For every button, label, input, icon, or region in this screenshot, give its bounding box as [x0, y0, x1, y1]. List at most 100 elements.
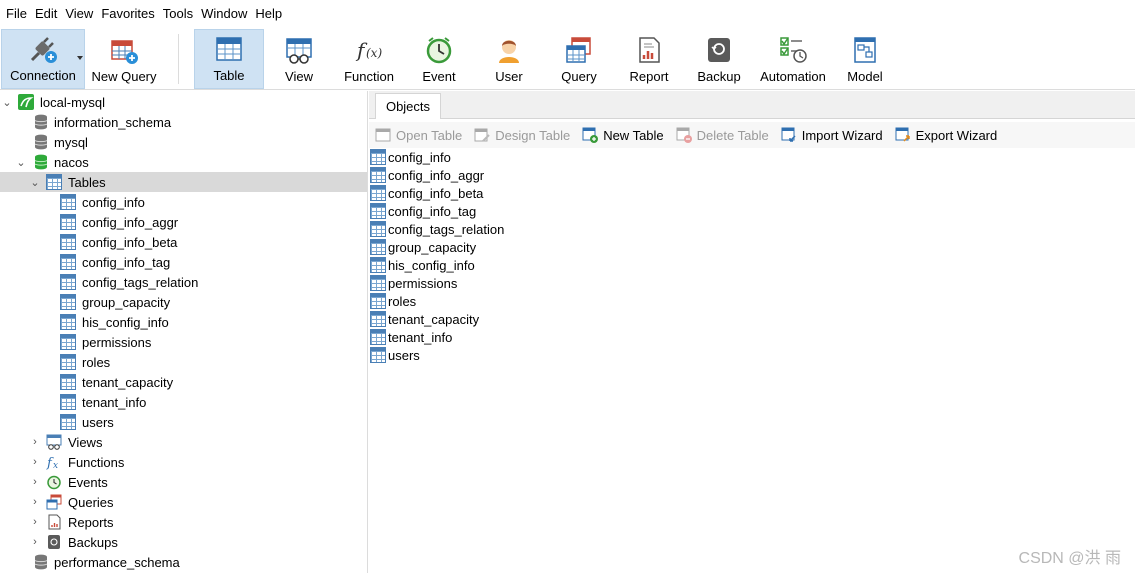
object-list-item[interactable]: config_info: [369, 148, 451, 166]
tree-table-item[interactable]: config_info_aggr: [0, 212, 367, 232]
chevron-right-icon[interactable]: ›: [30, 476, 40, 488]
object-list-label: his_config_info: [388, 257, 475, 273]
table-icon: [370, 275, 386, 291]
chevron-down-icon[interactable]: ⌄: [16, 157, 26, 169]
menu-edit[interactable]: Edit: [31, 0, 61, 28]
object-list-item[interactable]: config_info_beta: [369, 184, 483, 202]
user-button[interactable]: User: [476, 29, 542, 89]
tree-table-item[interactable]: config_info_beta: [0, 232, 367, 252]
tree-group-reports[interactable]: › Reports: [0, 512, 367, 532]
model-icon: [850, 35, 880, 65]
delete-table-button[interactable]: Delete Table: [670, 122, 775, 148]
tree-table-item[interactable]: roles: [0, 352, 367, 372]
tree-group-events[interactable]: › Events: [0, 472, 367, 492]
chevron-right-icon[interactable]: ›: [30, 496, 40, 508]
object-list-item[interactable]: tenant_info: [369, 328, 452, 346]
delete-table-icon: [676, 127, 692, 143]
object-list-item[interactable]: permissions: [369, 274, 457, 292]
table-icon: [214, 34, 244, 64]
tree-table-item[interactable]: tenant_capacity: [0, 372, 367, 392]
table-icon: [370, 149, 386, 165]
tree-db-nacos[interactable]: ⌄ nacos: [0, 152, 367, 172]
connection-button[interactable]: Connection: [1, 29, 85, 89]
event-button[interactable]: Event: [406, 29, 472, 89]
plug-icon: [28, 34, 58, 64]
new-table-button[interactable]: New Table: [576, 122, 669, 148]
menu-help[interactable]: Help: [251, 0, 286, 28]
tree-table-label: config_info_tag: [82, 254, 171, 270]
query-button[interactable]: Query: [546, 29, 612, 89]
tree-db-mysql[interactable]: mysql: [0, 132, 367, 152]
view-icon: [284, 35, 314, 65]
object-list-item[interactable]: group_capacity: [369, 238, 476, 256]
tree-group-tables[interactable]: ⌄ Tables: [0, 172, 367, 192]
tree-table-label: config_info_beta: [82, 234, 178, 250]
table-button[interactable]: Table: [194, 29, 264, 89]
design-table-button[interactable]: Design Table: [468, 122, 576, 148]
table-icon: [370, 257, 386, 273]
automation-button[interactable]: Automation: [756, 29, 830, 89]
automation-label: Automation: [760, 69, 826, 84]
chevron-right-icon[interactable]: ›: [30, 456, 40, 468]
user-label: User: [495, 69, 523, 84]
menu-window[interactable]: Window: [197, 0, 251, 28]
tree-label: local-mysql: [40, 94, 106, 110]
tree-db-information-schema[interactable]: information_schema: [0, 112, 367, 132]
new-query-button[interactable]: New Query: [87, 29, 161, 89]
object-list-item[interactable]: roles: [369, 292, 416, 310]
object-list-item[interactable]: tenant_capacity: [369, 310, 479, 328]
chevron-right-icon[interactable]: ›: [30, 436, 40, 448]
tree-group-backups[interactable]: › Backups: [0, 532, 367, 552]
import-wizard-button[interactable]: Import Wizard: [775, 122, 889, 148]
object-list-item[interactable]: config_info_aggr: [369, 166, 484, 184]
table-icon: [60, 254, 76, 270]
backup-button[interactable]: Backup: [686, 29, 752, 89]
tree-table-item[interactable]: config_info: [0, 192, 367, 212]
chevron-right-icon[interactable]: ›: [30, 516, 40, 528]
menu-view[interactable]: View: [61, 0, 97, 28]
model-label: Model: [847, 69, 883, 84]
model-button[interactable]: Model: [832, 29, 898, 89]
tab-objects[interactable]: Objects: [375, 93, 441, 119]
object-list-item[interactable]: config_tags_relation: [369, 220, 504, 238]
tree-connection-local-mysql[interactable]: ⌄ local-mysql: [0, 92, 367, 112]
function-button[interactable]: f (x) Function: [336, 29, 402, 89]
table-icon: [60, 294, 76, 310]
chevron-right-icon[interactable]: ›: [30, 536, 40, 548]
menu-favorites[interactable]: Favorites: [97, 0, 158, 28]
svg-text:(x): (x): [366, 46, 382, 60]
table-icon: [60, 394, 76, 410]
tree-table-item[interactable]: tenant_info: [0, 392, 367, 412]
connection-dropdown-icon[interactable]: [77, 56, 83, 60]
object-list-item[interactable]: users: [369, 346, 420, 364]
report-icon: [634, 35, 664, 65]
chevron-down-icon[interactable]: ⌄: [30, 177, 40, 189]
database-icon: [33, 554, 49, 570]
table-icon: [370, 293, 386, 309]
menu-file[interactable]: File: [2, 0, 31, 28]
tree-label: Queries: [68, 494, 114, 510]
tree-group-views[interactable]: › Views: [0, 432, 367, 452]
tree-table-item[interactable]: users: [0, 412, 367, 432]
object-list-item[interactable]: his_config_info: [369, 256, 475, 274]
tree-table-item[interactable]: config_tags_relation: [0, 272, 367, 292]
menu-tools[interactable]: Tools: [159, 0, 197, 28]
tree-table-item[interactable]: permissions: [0, 332, 367, 352]
delete-table-label: Delete Table: [696, 127, 769, 143]
open-table-button[interactable]: Open Table: [369, 122, 468, 148]
report-button[interactable]: Report: [616, 29, 682, 89]
object-list-item[interactable]: config_info_tag: [369, 202, 476, 220]
export-wizard-button[interactable]: Export Wizard: [889, 122, 1004, 148]
view-button[interactable]: View: [266, 29, 332, 89]
tree-table-item[interactable]: group_capacity: [0, 292, 367, 312]
design-table-label: Design Table: [495, 127, 571, 143]
chevron-down-icon[interactable]: ⌄: [2, 97, 12, 109]
object-list-label: config_info_aggr: [388, 167, 485, 183]
tree-table-item[interactable]: config_info_tag: [0, 252, 367, 272]
toolbar-separator: [178, 34, 179, 84]
tree-db-performance-schema[interactable]: performance_schema: [0, 552, 367, 572]
tree-group-functions[interactable]: › fx Functions: [0, 452, 367, 472]
tree-table-item[interactable]: his_config_info: [0, 312, 367, 332]
import-wizard-label: Import Wizard: [801, 127, 883, 143]
tree-group-queries[interactable]: › Queries: [0, 492, 367, 512]
